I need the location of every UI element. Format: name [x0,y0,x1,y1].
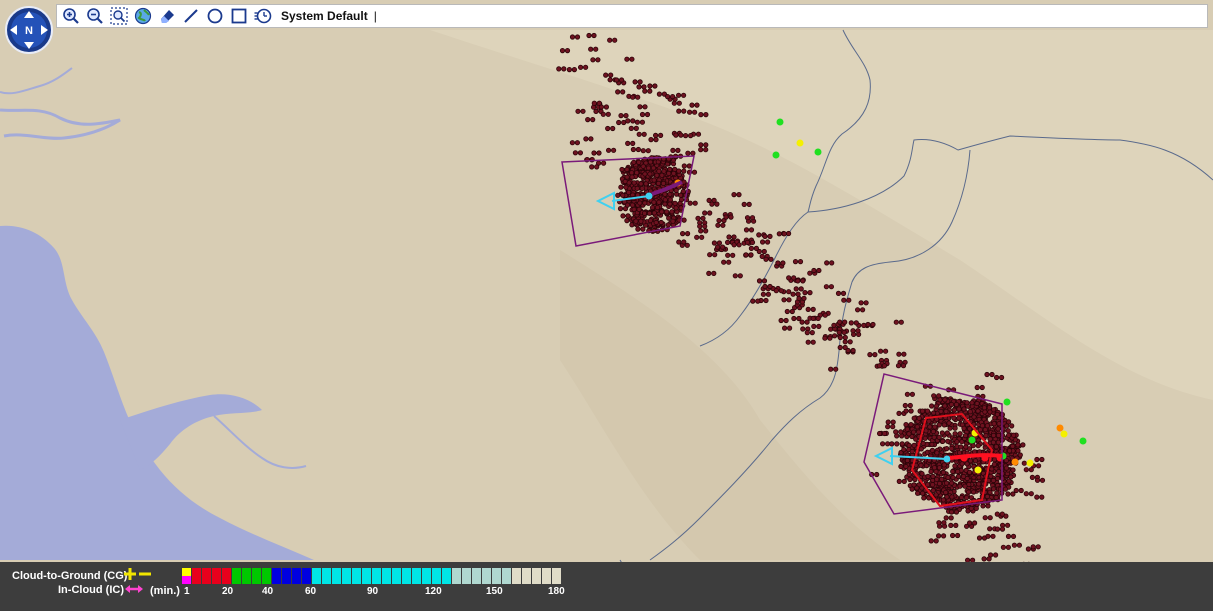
circle-tool-icon [207,8,223,24]
eraser-icon [161,10,174,23]
age-swatch [382,568,391,584]
age-swatch [492,568,501,584]
age-swatch [312,568,321,584]
age-swatch [252,568,261,584]
legend-tick-1: 1 [184,586,190,597]
age-swatch [512,568,521,584]
age-swatch [322,568,331,584]
legend-ic-label: In-Cloud (IC) [58,584,124,596]
legend-tick-20: 20 [222,586,234,597]
cg-plus-minus-icon [124,568,151,580]
age-swatch [342,568,351,584]
age-swatch [202,568,211,584]
ic-double-arrow-icon [125,585,143,593]
globe-icon [134,7,152,25]
map-toolbar: System Default | [56,4,1208,28]
line-tool-icon [184,9,198,23]
age-swatch [282,568,291,584]
age-swatch [232,568,241,584]
globe-button[interactable] [133,6,153,26]
map-canvas[interactable] [0,0,1213,611]
age-swatch [542,568,551,584]
legend-tick-180: 180 [548,586,565,597]
age-swatch [212,568,221,584]
zoom-out-button[interactable] [85,6,105,26]
legend-tick-90: 90 [367,586,379,597]
age-swatch [532,568,541,584]
age-swatch [412,568,421,584]
circle-tool-button[interactable] [205,6,225,26]
age-swatch [502,568,511,584]
age-swatch [452,568,461,584]
recent-flash [1011,458,1019,466]
recent-flash [1060,430,1068,438]
time-filter-button[interactable] [253,6,273,26]
recent-flash [776,118,784,126]
compass-control[interactable]: N [5,6,53,54]
rectangle-tool-button[interactable] [229,6,249,26]
zoom-in-button[interactable] [61,6,81,26]
age-swatch [402,568,411,584]
legend-units: (min.) [150,585,180,597]
recent-flash [974,466,982,474]
age-swatch [522,568,531,584]
storm-track-2-center [943,455,951,463]
age-swatch [362,568,371,584]
storm-track-1-center [645,192,653,200]
legend-tick-120: 120 [425,586,442,597]
age-swatch [192,568,201,584]
zoom-box-icon [110,7,128,25]
age-swatch [552,568,561,584]
legend-bar: Cloud-to-Ground (CG) In-Cloud (IC) (min.… [0,562,1213,611]
preset-selector[interactable]: System Default [281,9,368,23]
lightning-map-app: N System Default | Cloud-to-Ground (CG) … [0,0,1213,611]
zoom-in-icon [63,8,79,24]
recent-flash [968,436,976,444]
recent-flash [772,151,780,159]
legend-tick-150: 150 [486,586,503,597]
recent-flash [1026,459,1034,467]
age-swatch [392,568,401,584]
zoom-out-icon [87,8,103,24]
preset-caret: | [373,9,377,23]
age-swatch-first [182,568,191,584]
age-swatch [482,568,491,584]
age-swatch [332,568,341,584]
legend-cg-label: Cloud-to-Ground (CG) [12,570,128,582]
age-swatch [372,568,381,584]
age-swatch [462,568,471,584]
age-swatch [432,568,441,584]
age-swatch [262,568,271,584]
age-swatch [222,568,231,584]
recent-flash [796,139,804,147]
rectangle-tool-icon [231,8,247,24]
zoom-box-button[interactable] [109,6,129,26]
legend-tick-40: 40 [262,586,274,597]
age-swatch [472,568,481,584]
age-swatch [272,568,281,584]
recent-flash [1056,424,1064,432]
compass-north-label: N [25,25,33,37]
line-tool-button[interactable] [181,6,201,26]
age-swatch [292,568,301,584]
age-swatch [302,568,311,584]
recent-flash [814,148,822,156]
age-swatch [442,568,451,584]
recent-flash [1003,398,1011,406]
recent-flash [1079,437,1087,445]
age-swatch [422,568,431,584]
legend-tick-60: 60 [305,586,317,597]
age-swatch [242,568,251,584]
age-swatch [352,568,361,584]
time-filter-icon [254,8,272,24]
age-color-scale [182,568,562,586]
eraser-button[interactable] [157,6,177,26]
